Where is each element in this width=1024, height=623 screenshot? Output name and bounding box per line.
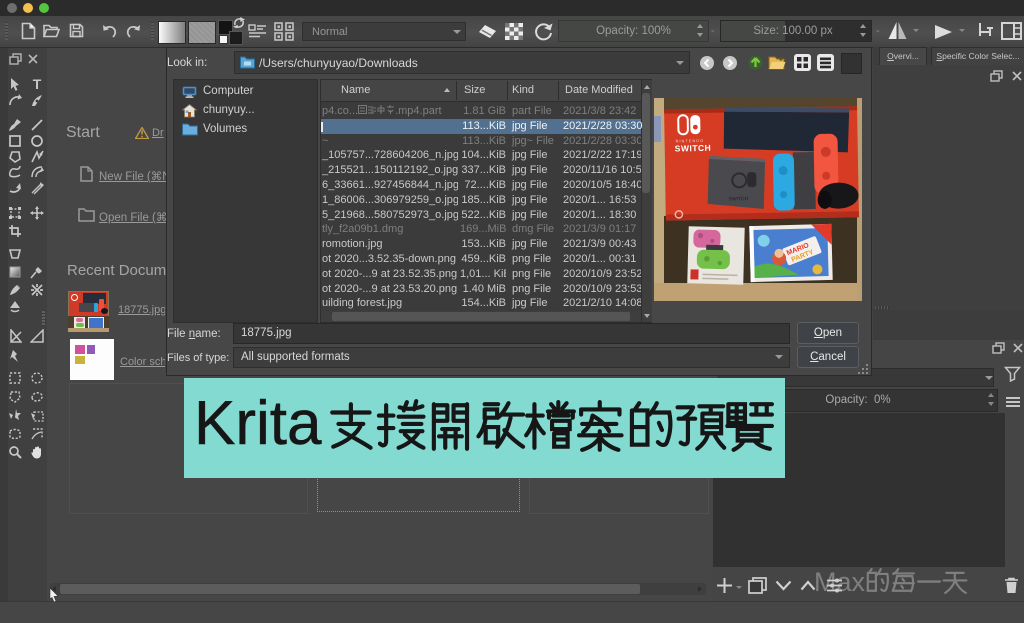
svg-text:SWITCH: SWITCH <box>675 143 712 154</box>
svg-text:SWITCH: SWITCH <box>729 196 749 202</box>
